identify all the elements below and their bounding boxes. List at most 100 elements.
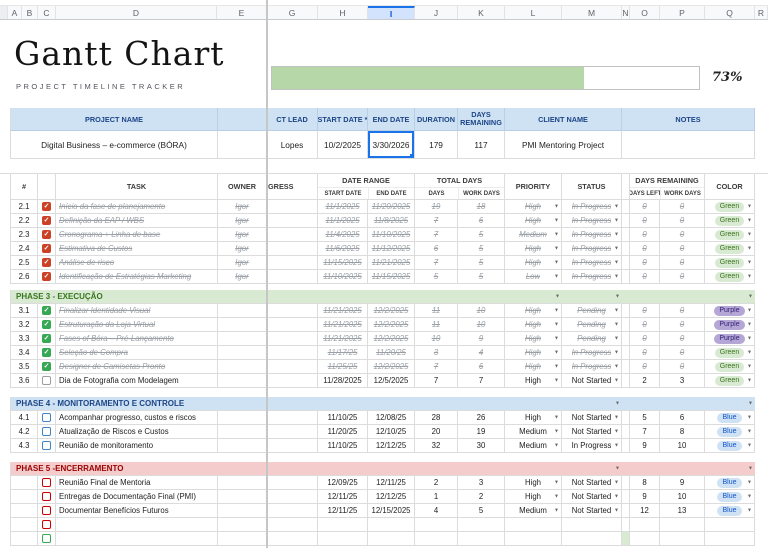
cell-color[interactable]: Green ▼ — [705, 228, 755, 242]
dropdown-caret-icon[interactable]: ▼ — [614, 350, 619, 355]
dropdown-caret-icon[interactable]: ▼ — [748, 401, 753, 406]
cell-priority[interactable]: Low ▼ — [505, 270, 562, 284]
cell-color[interactable]: Blue ▼ — [705, 476, 755, 490]
cell-blank[interactable] — [218, 131, 267, 159]
dropdown-caret-icon[interactable]: ▼ — [614, 204, 619, 209]
cell-progress[interactable] — [267, 374, 318, 388]
cell-client-name[interactable]: PMI Mentoring Project — [505, 131, 622, 159]
cell-end-date[interactable]: 12/2/2025 — [368, 318, 415, 332]
phase-label[interactable]: PHASE 3 - EXECUÇÃO — [10, 290, 505, 304]
cell-end-date[interactable]: 11/21/2025 — [368, 256, 415, 270]
cell-status[interactable]: Not Started ▼ — [562, 490, 622, 504]
cell-narrow[interactable] — [622, 304, 630, 318]
cell-checkbox[interactable] — [38, 504, 56, 518]
color-chip[interactable]: Green — [714, 243, 745, 254]
cell-priority[interactable]: High ▼ — [505, 332, 562, 346]
cell-owner[interactable]: Igor — [218, 270, 267, 284]
cell-progress[interactable] — [267, 200, 318, 214]
cell-owner[interactable] — [218, 411, 267, 425]
dropdown-caret-icon[interactable]: ▼ — [614, 364, 619, 369]
cell-priority[interactable]: High ▼ — [505, 214, 562, 228]
dropdown-caret-icon[interactable]: ▼ — [748, 466, 753, 471]
dropdown-caret-icon[interactable]: ▼ — [554, 350, 559, 355]
cell-work-days-left[interactable] — [660, 532, 705, 546]
task-checkbox[interactable] — [42, 441, 51, 450]
cell-status[interactable]: Not Started ▼ — [562, 504, 622, 518]
header-group-total-days[interactable]: TOTAL DAYS DAYS WORK DAYS — [415, 174, 505, 200]
header-duration[interactable]: DURATION — [415, 108, 458, 131]
cell-task-number[interactable] — [10, 504, 38, 518]
cell-progress[interactable] — [267, 439, 318, 453]
cell-owner[interactable] — [218, 318, 267, 332]
cell-priority[interactable]: High ▼ — [505, 200, 562, 214]
cell-narrow[interactable] — [622, 374, 630, 388]
cell-end-date[interactable]: 11/12/2025 — [368, 242, 415, 256]
cell-days[interactable]: 32 — [415, 439, 458, 453]
cell-end-date[interactable]: 12/12/25 — [368, 490, 415, 504]
color-chip[interactable]: Green — [714, 375, 745, 386]
cell-work-days[interactable]: 18 — [458, 200, 505, 214]
cell-days[interactable] — [415, 532, 458, 546]
cell-days-left[interactable]: 0 — [630, 360, 660, 374]
cell-end-date[interactable]: 11/8/2025 — [368, 214, 415, 228]
cell-task-number[interactable]: 2.3 — [10, 228, 38, 242]
cell-narrow[interactable] — [622, 504, 630, 518]
task-checkbox[interactable] — [42, 427, 51, 436]
cell-narrow[interactable] — [622, 532, 630, 546]
header-group-days-remaining[interactable]: DAYS REMAINING DAYS LEFT WORK DAYS — [630, 174, 705, 200]
cell-work-days-left[interactable]: 0 — [660, 228, 705, 242]
cell-progress[interactable] — [267, 228, 318, 242]
cell-status[interactable]: In Progress ▼ — [562, 256, 622, 270]
column-header-H[interactable]: H — [318, 6, 368, 19]
cell-narrow[interactable] — [622, 360, 630, 374]
column-header-B[interactable]: B — [22, 6, 38, 19]
cell-days[interactable]: 4 — [415, 504, 458, 518]
dropdown-caret-icon[interactable]: ▼ — [615, 401, 620, 406]
column-header-G[interactable]: G — [267, 6, 318, 19]
task-checkbox[interactable]: ✓ — [42, 306, 51, 315]
cell-status[interactable]: Pending ▼ — [562, 304, 622, 318]
dropdown-caret-icon[interactable]: ▼ — [747, 378, 752, 383]
cell-days-left[interactable]: 0 — [630, 228, 660, 242]
cell-task-number[interactable]: 2.1 — [10, 200, 38, 214]
cell-end-date[interactable]: 11/20/2025 — [368, 200, 415, 214]
column-header-K[interactable]: K — [458, 6, 505, 19]
cell-work-days[interactable]: 7 — [458, 374, 505, 388]
cell-status[interactable] — [562, 518, 622, 532]
column-header-C[interactable]: C — [38, 6, 56, 19]
cell-work-days-left[interactable]: 8 — [660, 425, 705, 439]
cell-owner[interactable] — [218, 374, 267, 388]
cell-owner[interactable] — [218, 332, 267, 346]
cell-work-days-left[interactable]: 0 — [660, 270, 705, 284]
cell-status[interactable]: In Progress ▼ — [562, 439, 622, 453]
cell-task-name[interactable]: Início da fase de planejamento — [56, 200, 218, 214]
cell-days[interactable]: 5 — [415, 270, 458, 284]
color-chip[interactable]: Blue — [717, 440, 742, 451]
cell-color[interactable]: Blue ▼ — [705, 490, 755, 504]
phase-cell-color[interactable]: ▼ — [705, 397, 755, 411]
cell-color[interactable]: Green ▼ — [705, 242, 755, 256]
cell-days-left[interactable]: 0 — [630, 332, 660, 346]
color-chip[interactable]: Green — [714, 347, 745, 358]
header-project-lead[interactable]: CT LEAD — [267, 108, 318, 131]
dropdown-caret-icon[interactable]: ▼ — [614, 378, 619, 383]
phase-cell[interactable] — [660, 290, 705, 304]
cell-task-number[interactable]: 3.6 — [10, 374, 38, 388]
cell-start-date[interactable]: 11/1/2025 — [318, 214, 368, 228]
cell-owner[interactable] — [218, 490, 267, 504]
cell-work-days-left[interactable]: 0 — [660, 256, 705, 270]
cell-color[interactable]: Green ▼ — [705, 346, 755, 360]
cell-task-name[interactable]: Identificação de Estratégias Marketing — [56, 270, 218, 284]
cell-checkbox[interactable] — [38, 490, 56, 504]
cell-work-days[interactable]: 3 — [458, 476, 505, 490]
cell-work-days[interactable]: 5 — [458, 504, 505, 518]
cell-start-date[interactable]: 11/1/2025 — [318, 200, 368, 214]
cell-owner[interactable] — [218, 476, 267, 490]
dropdown-caret-icon[interactable]: ▼ — [747, 246, 752, 251]
color-chip[interactable]: Green — [714, 229, 745, 240]
phase-cell[interactable] — [622, 397, 630, 411]
cell-task-name[interactable]: Designer de Camisetas Pronto — [56, 360, 218, 374]
cell-status[interactable]: Not Started ▼ — [562, 411, 622, 425]
column-header-E[interactable]: E — [217, 6, 267, 19]
frozen-pane-divider[interactable] — [266, 0, 268, 548]
